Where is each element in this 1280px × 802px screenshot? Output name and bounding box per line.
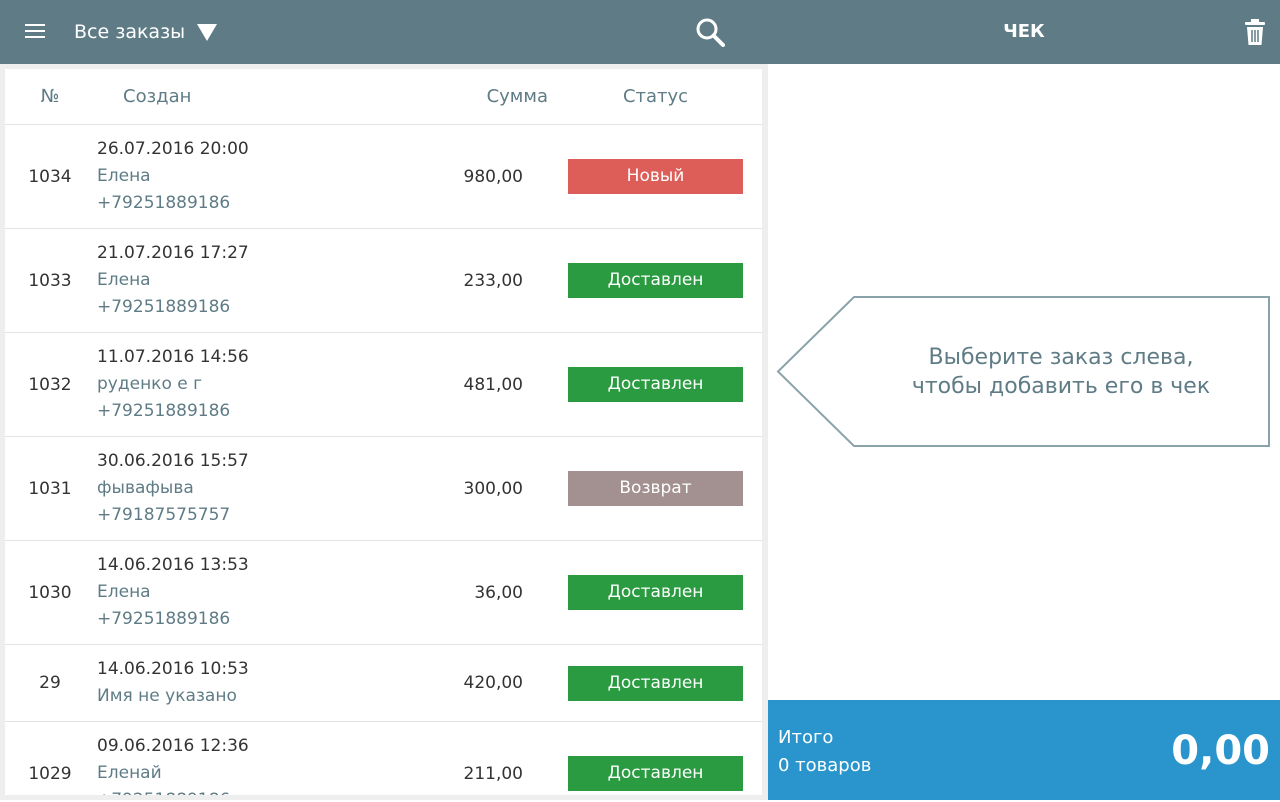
- order-number: 1029: [28, 763, 72, 784]
- order-number: 29: [39, 673, 61, 693]
- receipt-title: ЧЕК: [1003, 21, 1045, 42]
- order-number: 1031: [28, 478, 72, 499]
- receipt-pane: Выберите заказ слева, чтобы добавить его…: [768, 64, 1280, 800]
- order-sum: 481,00: [463, 374, 523, 395]
- order-row[interactable]: 29 14.06.2016 10:53 Имя не указано 420,0…: [5, 645, 762, 722]
- column-status: Статус: [622, 86, 689, 107]
- customer-name: Имя не указано: [97, 686, 237, 706]
- customer-phone: +79187575757: [97, 505, 231, 525]
- status-badge: Новый: [568, 159, 743, 194]
- order-sum: 300,00: [463, 478, 523, 499]
- hint-line-1: Выберите заказ слева,: [928, 345, 1194, 370]
- orders-list: № Создан Сумма Статус 1034 26.07.2016 20…: [5, 69, 762, 795]
- status-badge: Доставлен: [568, 756, 743, 791]
- order-sum: 420,00: [463, 673, 523, 693]
- status-badge: Доставлен: [568, 575, 743, 610]
- total-label: Итого: [778, 727, 834, 748]
- order-date: 14.06.2016 13:53: [97, 555, 249, 575]
- order-date: 26.07.2016 20:00: [97, 139, 249, 159]
- order-row[interactable]: 1032 11.07.2016 14:56 руденко е г +79251…: [5, 333, 762, 437]
- customer-name: Еленай: [97, 763, 162, 783]
- order-date: 14.06.2016 10:53: [97, 659, 249, 679]
- order-sum: 211,00: [463, 763, 523, 784]
- top-app-bar: Все заказы ЧЕК: [0, 0, 1280, 64]
- order-date: 21.07.2016 17:27: [97, 243, 249, 263]
- chevron-down-icon: [197, 23, 218, 41]
- order-number: 1033: [28, 270, 72, 291]
- order-date: 30.06.2016 15:57: [97, 451, 249, 471]
- customer-phone: +79251889186: [97, 401, 231, 421]
- order-row[interactable]: 1034 26.07.2016 20:00 Елена +79251889186…: [5, 125, 762, 229]
- customer-phone: +79251889186: [97, 609, 231, 629]
- menu-icon[interactable]: [25, 24, 45, 40]
- order-row[interactable]: 1029 09.06.2016 12:36 Еленай +7925188918…: [5, 722, 762, 795]
- customer-phone: +79251889186: [97, 787, 249, 795]
- orders-filter-label: Все заказы: [74, 21, 186, 43]
- customer-name: Елена: [97, 270, 151, 290]
- order-number: 1034: [28, 166, 72, 187]
- order-sum: 233,00: [463, 270, 523, 291]
- order-sum: 36,00: [474, 582, 523, 603]
- total-bar: Итого 0 товаров 0,00: [768, 700, 1280, 800]
- trash-icon[interactable]: [1244, 19, 1266, 45]
- order-date: 09.06.2016 12:36: [97, 736, 249, 756]
- customer-phone: +79251889186: [97, 297, 231, 317]
- items-count: 0 товаров: [778, 755, 872, 776]
- status-badge: Доставлен: [568, 263, 743, 298]
- status-badge: Возврат: [568, 471, 743, 506]
- order-number: 1032: [28, 374, 72, 395]
- status-badge: Доставлен: [568, 665, 743, 701]
- column-sum: Сумма: [486, 86, 548, 107]
- customer-name: фывафыва: [97, 478, 194, 498]
- customer-name: руденко е г: [97, 374, 203, 394]
- order-sum: 980,00: [463, 166, 523, 187]
- orders-pane: № Создан Сумма Статус 1034 26.07.2016 20…: [0, 64, 768, 800]
- customer-name: Елена: [97, 166, 151, 186]
- column-created: Создан: [123, 86, 192, 107]
- select-order-hint: Выберите заказ слева, чтобы добавить его…: [776, 296, 1272, 448]
- order-row[interactable]: 1030 14.06.2016 13:53 Елена +79251889186…: [5, 541, 762, 645]
- search-icon[interactable]: [695, 17, 725, 47]
- order-row[interactable]: 1033 21.07.2016 17:27 Елена +79251889186…: [5, 229, 762, 333]
- order-number: 1030: [28, 582, 72, 603]
- orders-filter-dropdown[interactable]: Все заказы: [74, 18, 218, 46]
- orders-list-header: № Создан Сумма Статус: [5, 69, 762, 125]
- customer-name: Елена: [97, 582, 151, 602]
- customer-phone: +79251889186: [97, 193, 231, 213]
- hint-line-2: чтобы добавить его в чек: [911, 374, 1211, 399]
- order-row[interactable]: 1031 30.06.2016 15:57 фывафыва +79187575…: [5, 437, 762, 541]
- total-value: 0,00: [1171, 728, 1270, 774]
- order-date: 11.07.2016 14:56: [97, 347, 249, 367]
- column-number: №: [40, 86, 60, 107]
- status-badge: Доставлен: [568, 367, 743, 402]
